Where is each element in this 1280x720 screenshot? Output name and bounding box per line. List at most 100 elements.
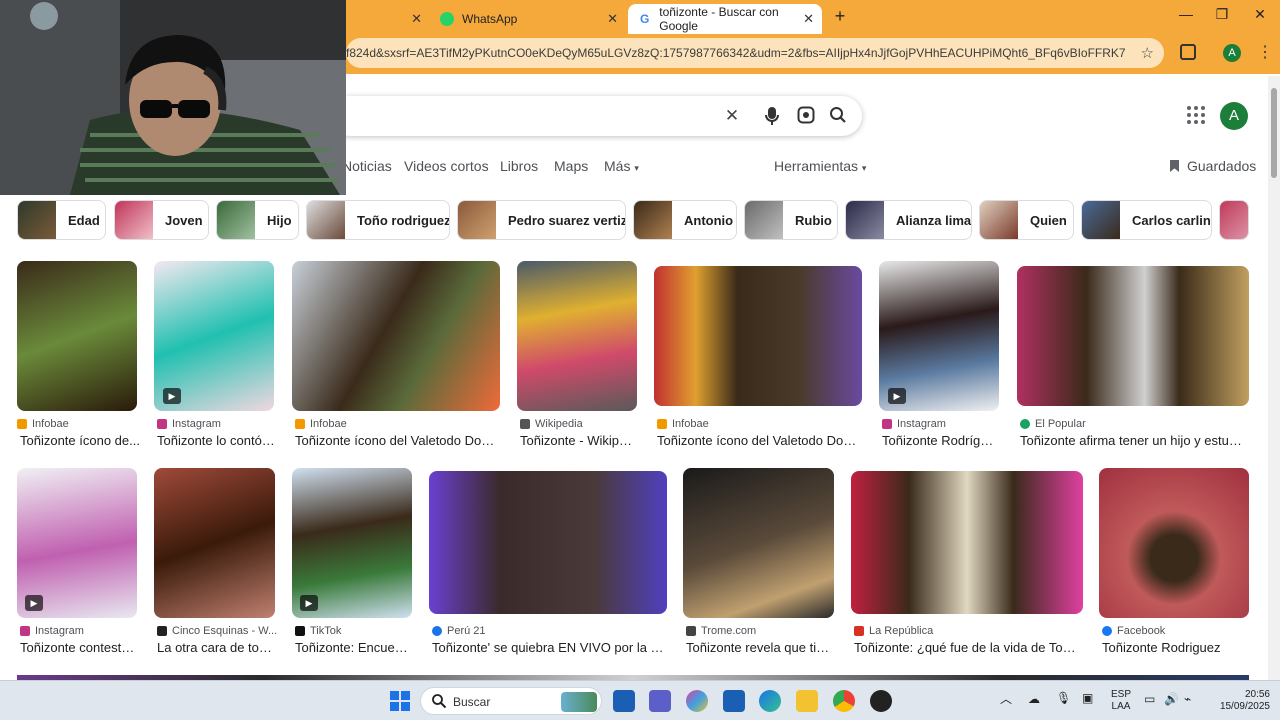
result-thumbnail[interactable] — [292, 261, 500, 411]
microphone-icon[interactable]: 🎙 — [1056, 692, 1071, 704]
browser-menu-icon[interactable]: ⋮ — [1257, 42, 1273, 62]
network-icon[interactable]: ▭ — [1144, 693, 1155, 705]
clock[interactable]: 20:56 15/09/2025 — [1208, 689, 1270, 713]
chip-more[interactable] — [1219, 200, 1249, 240]
image-result[interactable]: ▶ Instagram Toñizonte contestó... — [17, 468, 138, 658]
result-thumbnail[interactable] — [429, 471, 667, 614]
microphone-icon[interactable] — [762, 106, 782, 126]
chip-pedro-suarez-vertiz[interactable]: Pedro suarez vertiz — [457, 200, 626, 240]
image-result[interactable]: Infobae Toñizonte ícono de... — [17, 261, 140, 451]
bookmark-star-icon[interactable]: ☆ — [1141, 44, 1154, 62]
language-indicator[interactable]: ESP LAA — [1108, 689, 1134, 713]
windows-start-icon[interactable] — [389, 690, 411, 712]
result-thumbnail[interactable] — [683, 468, 834, 618]
tab-maps[interactable]: Maps — [554, 158, 588, 174]
result-title[interactable]: Toñizonte' se quiebra EN VIVO por la m..… — [432, 640, 666, 655]
image-result[interactable]: Facebook Toñizonte Rodriguez — [1099, 468, 1249, 658]
tab-mas[interactable]: Más ▾ — [604, 158, 639, 174]
result-thumbnail[interactable] — [1099, 468, 1249, 618]
close-icon[interactable]: ✕ — [411, 11, 422, 27]
minimize-icon[interactable]: — — [1172, 6, 1200, 22]
image-result[interactable]: El Popular Toñizonte afirma tener un hij… — [1017, 266, 1249, 451]
taskbar-search[interactable]: Buscar — [420, 687, 602, 715]
scrollbar-thumb[interactable] — [1271, 88, 1277, 178]
result-source[interactable]: Instagram — [20, 625, 84, 637]
result-source[interactable]: Perú 21 — [432, 625, 486, 637]
chip-quien[interactable]: Quien — [979, 200, 1074, 240]
tab-previous[interactable]: ✕ — [346, 4, 430, 34]
result-thumbnail[interactable] — [1017, 266, 1249, 406]
result-source[interactable]: Wikipedia — [520, 418, 583, 430]
image-result[interactable]: Cinco Esquinas - W... La otra cara de to… — [154, 468, 277, 658]
google-apps-icon[interactable] — [1187, 106, 1205, 124]
search-input[interactable]: ✕ — [330, 96, 862, 136]
result-title[interactable]: Toñizonte ícono del Valetodo Down... — [295, 433, 501, 448]
result-thumbnail[interactable] — [17, 261, 137, 411]
extensions-icon[interactable] — [1180, 44, 1196, 60]
copilot-icon[interactable] — [686, 690, 708, 712]
tab-noticias[interactable]: Noticias — [342, 158, 392, 174]
result-source[interactable]: El Popular — [1020, 418, 1086, 430]
page-scrollbar[interactable] — [1268, 76, 1280, 680]
tab-google-search[interactable]: G toñizonte - Buscar con Google ✕ — [628, 4, 822, 34]
chip-edad[interactable]: Edad — [17, 200, 106, 240]
result-title[interactable]: Toñizonte afirma tener un hijo y estudia… — [1020, 433, 1248, 448]
image-result[interactable]: Trome.com Toñizonte revela que tie... — [683, 468, 834, 658]
chip-tono-rodriguez[interactable]: Toño rodriguez — [306, 200, 450, 240]
close-icon[interactable]: ✕ — [803, 11, 814, 27]
result-source[interactable]: Infobae — [657, 418, 709, 430]
image-result[interactable]: ▶ TikTok Toñizonte: Encuent... — [292, 468, 412, 658]
profile-avatar[interactable]: A — [1223, 44, 1241, 62]
saved-button[interactable]: Guardados — [1170, 158, 1256, 174]
tools-button[interactable]: Herramientas ▾ — [774, 158, 866, 174]
search-icon[interactable] — [828, 106, 848, 126]
result-thumbnail[interactable] — [851, 471, 1083, 614]
result-title[interactable]: Toñizonte revela que tie... — [686, 640, 834, 655]
chip-joven[interactable]: Joven — [114, 200, 209, 240]
result-source[interactable]: TikTok — [295, 625, 341, 637]
result-thumbnail[interactable] — [154, 468, 275, 618]
result-title[interactable]: Toñizonte: ¿qué fue de la vida de Toño .… — [854, 640, 1082, 655]
address-bar[interactable]: f824d&sxsrf=AE3TifM2yPKutnCO0eKDeQyM65uL… — [346, 38, 1164, 68]
image-result[interactable]: La República Toñizonte: ¿qué fue de la v… — [851, 471, 1083, 658]
chrome-icon[interactable] — [833, 690, 855, 712]
image-result[interactable]: Wikipedia Toñizonte - Wikipe... — [517, 261, 637, 451]
result-title[interactable]: Toñizonte ícono de... — [20, 433, 142, 448]
result-source[interactable]: Cinco Esquinas - W... — [157, 625, 277, 637]
address-url[interactable]: f824d&sxsrf=AE3TifM2yPKutnCO0eKDeQyM65uL… — [346, 46, 1126, 60]
result-source[interactable]: Instagram — [882, 418, 946, 430]
account-avatar[interactable]: A — [1220, 102, 1248, 130]
new-tab-icon[interactable]: + — [830, 6, 850, 27]
chip-alianza-lima[interactable]: Alianza lima — [845, 200, 972, 240]
onedrive-icon[interactable]: ☁ — [1028, 693, 1040, 705]
result-title[interactable]: Toñizonte Rodriguez — [1102, 640, 1248, 655]
result-title[interactable]: Toñizonte contestó... — [20, 640, 138, 655]
image-result[interactable]: Perú 21 Toñizonte' se quiebra EN VIVO po… — [429, 471, 667, 658]
volume-icon[interactable]: 🔊 — [1164, 693, 1179, 705]
image-result[interactable]: ▶ Instagram Toñizonte lo contó ... — [154, 261, 275, 451]
result-source[interactable]: Infobae — [17, 418, 69, 430]
result-source[interactable]: Instagram — [157, 418, 221, 430]
tab-libros[interactable]: Libros — [500, 158, 538, 174]
image-result[interactable]: ▶ Instagram Toñizonte Rodrígu... — [879, 261, 999, 451]
tab-whatsapp[interactable]: WhatsApp ✕ — [430, 4, 626, 34]
tab-videos-cortos[interactable]: Videos cortos — [404, 158, 489, 174]
result-source[interactable]: Infobae — [295, 418, 347, 430]
device-icon[interactable]: ▣ — [1082, 692, 1093, 704]
battery-icon[interactable]: ⌁ — [1184, 693, 1191, 705]
result-thumbnail[interactable] — [517, 261, 637, 411]
result-title[interactable]: La otra cara de toñ... — [157, 640, 275, 655]
result-title[interactable]: Toñizonte: Encuent... — [295, 640, 411, 655]
result-source[interactable]: La República — [854, 625, 933, 637]
chip-rubio[interactable]: Rubio — [744, 200, 838, 240]
result-thumbnail[interactable] — [654, 266, 862, 406]
image-result[interactable]: Infobae Toñizonte ícono del Valetodo Dow… — [292, 261, 501, 451]
result-source[interactable]: Facebook — [1102, 625, 1165, 637]
chip-antonio[interactable]: Antonio — [633, 200, 737, 240]
to-do-icon[interactable] — [723, 690, 745, 712]
chevron-up-icon[interactable]: ︿ — [1000, 693, 1012, 705]
obs-icon[interactable] — [870, 690, 892, 712]
result-title[interactable]: Toñizonte - Wikipe... — [520, 433, 636, 448]
chip-carlos-carlin[interactable]: Carlos carlin — [1081, 200, 1212, 240]
result-title[interactable]: Toñizonte ícono del Valetodo Down... — [657, 433, 863, 448]
